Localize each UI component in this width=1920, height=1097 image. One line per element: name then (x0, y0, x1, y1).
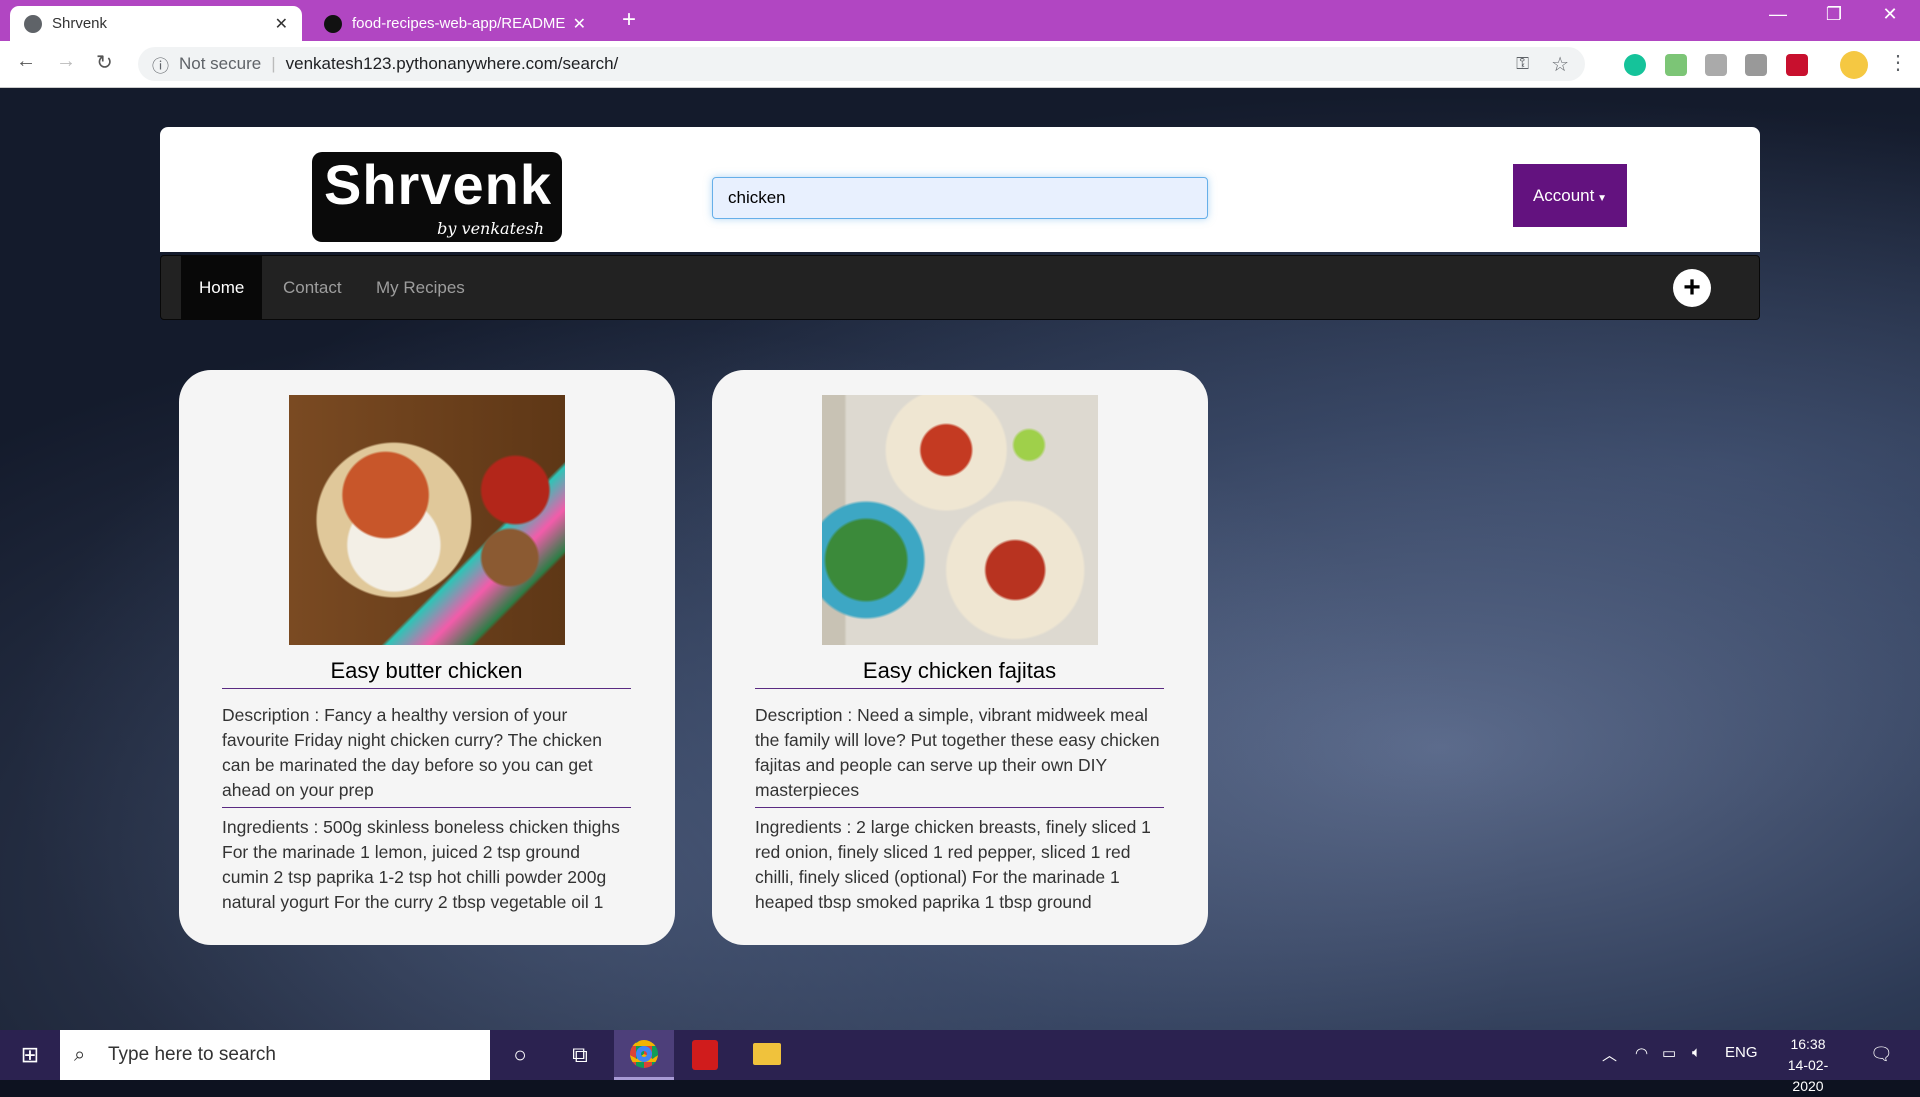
address-bar[interactable]: ⓘ Not secure | venkatesh123.pythonanywhe… (138, 47, 1585, 81)
nav-contact[interactable]: Contact (265, 256, 360, 319)
tab-shrvenk[interactable]: Shrvenk ✕ (10, 6, 302, 41)
nav-home[interactable]: Home (181, 256, 263, 319)
recipe-title[interactable]: Easy butter chicken (222, 658, 631, 689)
chrome-taskbar-button[interactable] (614, 1030, 674, 1080)
github-icon (324, 14, 342, 33)
adblock-icon[interactable] (1786, 54, 1808, 76)
touch-extension-icon[interactable] (1745, 54, 1767, 76)
divider: | (271, 54, 276, 73)
recipe-card[interactable]: Easy butter chicken Description : Fancy … (179, 370, 675, 945)
minimize-button[interactable]: — (1758, 4, 1798, 25)
grammarly-icon[interactable] (1624, 54, 1646, 76)
mail-extension-icon[interactable] (1665, 54, 1687, 76)
recipe-image-butter-chicken (289, 395, 565, 645)
date: 14-02-2020 (1787, 1057, 1829, 1094)
chevron-up-icon[interactable]: ︿ (1602, 1044, 1617, 1065)
menu-icon[interactable]: ⋮ (1888, 50, 1908, 75)
info-icon[interactable]: ⓘ (152, 52, 169, 77)
tab-title: food-recipes-web-app/README.md (352, 15, 565, 32)
site-header: Shrvenk by venkatesh Account ▼ (160, 127, 1760, 252)
reload-icon[interactable]: ↻ (96, 50, 113, 75)
forward-icon[interactable]: → (56, 50, 76, 73)
nav-my-recipes[interactable]: My Recipes (358, 256, 483, 319)
star-icon[interactable]: ☆ (1551, 52, 1569, 77)
back-icon[interactable]: ← (16, 50, 36, 73)
profile-avatar[interactable] (1840, 51, 1868, 79)
recipe-description: Description : Need a simple, vibrant mid… (755, 703, 1164, 808)
taskbar-search-placeholder: Type here to search (108, 1044, 276, 1065)
clock[interactable]: 16:38 14-02-2020 (1773, 1034, 1843, 1097)
new-tab-button[interactable]: + (622, 6, 636, 34)
search-icon: ⌕ (74, 1043, 86, 1066)
caret-down-icon: ▼ (1594, 192, 1608, 204)
recipe-image-chicken-fajitas (822, 395, 1098, 645)
recipe-ingredients: Ingredients : 500g skinless boneless chi… (222, 817, 620, 912)
close-tab-icon[interactable]: ✕ (573, 14, 586, 34)
address-toolbar: ← → ↻ ⓘ Not secure | venkatesh123.python… (0, 41, 1920, 88)
recipe-ingredients: Ingredients : 2 large chicken breasts, f… (755, 817, 1151, 912)
language-indicator[interactable]: ENG (1725, 1044, 1758, 1061)
cortana-icon[interactable]: ○ (505, 1040, 535, 1070)
restore-button[interactable]: ❐ (1814, 4, 1854, 25)
chrome-icon (630, 1040, 658, 1068)
file-explorer-icon[interactable] (753, 1043, 781, 1065)
recipe-title[interactable]: Easy chicken fajitas (755, 658, 1164, 689)
account-dropdown-button[interactable]: Account ▼ (1513, 164, 1627, 227)
acrobat-icon[interactable] (692, 1040, 718, 1070)
task-view-icon[interactable]: ⧉ (565, 1040, 595, 1070)
notifications-icon[interactable]: 🗨︎ (1870, 1044, 1893, 1065)
wifi-icon[interactable]: ◠ (1635, 1044, 1648, 1062)
tab-title: Shrvenk (52, 15, 108, 32)
search-input[interactable] (712, 177, 1208, 219)
logo[interactable]: Shrvenk by venkatesh (312, 152, 562, 242)
windows-start-icon[interactable]: ⊞ (15, 1040, 45, 1070)
close-tab-icon[interactable]: ✕ (275, 14, 288, 34)
recipe-description: Description : Fancy a healthy version of… (222, 703, 631, 808)
tab-github-readme[interactable]: food-recipes-web-app/README.md ✕ (310, 6, 600, 41)
globe-icon (24, 14, 42, 33)
windows-taskbar: ⊞ ⌕ Type here to search ○ ⧉ ︿ ◠ ▭ 🔈︎ ENG… (0, 1030, 1920, 1094)
logo-title: Shrvenk (324, 153, 552, 216)
volume-icon[interactable]: 🔈︎ (1692, 1044, 1701, 1061)
add-recipe-plus-icon[interactable]: + (1673, 269, 1711, 307)
logo-subtitle: by venkatesh (437, 219, 544, 238)
close-window-button[interactable]: ✕ (1870, 4, 1910, 25)
account-label: Account (1532, 185, 1595, 205)
key-icon[interactable]: ⚿ (1516, 54, 1529, 74)
navbar: Home Contact My Recipes + (160, 255, 1760, 320)
recipe-card[interactable]: Easy chicken fajitas Description : Need … (712, 370, 1208, 945)
security-label: Not secure (179, 54, 262, 73)
time: 16:38 (1790, 1036, 1826, 1052)
browser-tab-bar: Shrvenk ✕ food-recipes-web-app/README.md… (0, 0, 1920, 41)
battery-icon[interactable]: ▭ (1662, 1044, 1676, 1062)
taskbar-search-box[interactable]: ⌕ Type here to search (60, 1030, 490, 1080)
w-extension-icon[interactable] (1705, 54, 1727, 76)
url-text[interactable]: venkatesh123.pythonanywhere.com/search/ (286, 54, 619, 74)
